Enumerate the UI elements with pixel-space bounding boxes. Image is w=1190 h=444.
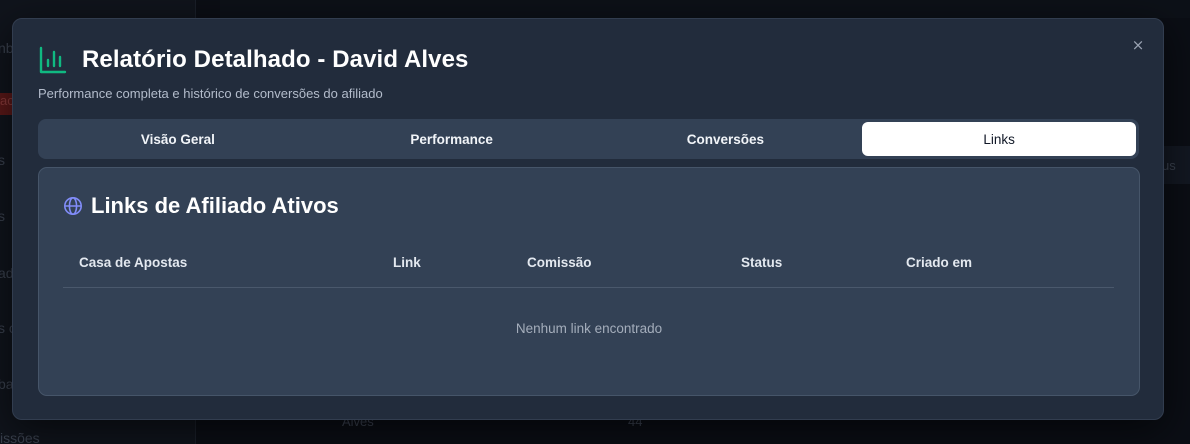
tab-links[interactable]: Links: [862, 122, 1136, 156]
links-table-header: Casa de Apostas Link Comissão Status Cri…: [63, 250, 1114, 288]
background-sidebar-text: s: [0, 208, 5, 224]
column-header-link: Link: [393, 255, 421, 270]
column-header-status: Status: [741, 255, 783, 270]
column-header-house: Casa de Apostas: [79, 255, 188, 270]
tab-conversions[interactable]: Conversões: [589, 122, 863, 156]
background-table-header: us: [1162, 146, 1190, 184]
background-sidebar-text: issões: [0, 430, 40, 444]
background-header: [220, 0, 1190, 18]
modal-header: Relatório Detalhado - David Alves Perfor…: [38, 45, 469, 101]
empty-state-message: Nenhum link encontrado: [515, 321, 663, 336]
tab-bar: Visão Geral Performance Conversões Links: [38, 119, 1139, 159]
background-sidebar-active-item: ac: [0, 93, 14, 115]
tab-performance[interactable]: Performance: [315, 122, 589, 156]
card-title: Links de Afiliado Ativos: [91, 193, 339, 218]
report-modal: × Relatório Detalhado - David Alves Perf…: [12, 18, 1164, 420]
links-card: Links de Afiliado Ativos Casa de Apostas…: [38, 167, 1140, 396]
card-header: Links de Afiliado Ativos: [63, 193, 339, 219]
title-row: Relatório Detalhado - David Alves: [38, 45, 469, 75]
globe-icon: [64, 197, 82, 215]
column-header-created: Criado em: [906, 255, 973, 270]
bar-chart-icon: [39, 46, 67, 74]
close-button[interactable]: ×: [1129, 36, 1147, 54]
modal-title: Relatório Detalhado - David Alves: [82, 46, 469, 73]
background-table-header-text: us: [1162, 158, 1176, 173]
tab-overview[interactable]: Visão Geral: [41, 122, 315, 156]
modal-subtitle: Performance completa e histórico de conv…: [38, 86, 383, 101]
column-header-commission: Comissão: [527, 255, 592, 270]
background-sidebar-text: s: [0, 152, 5, 168]
